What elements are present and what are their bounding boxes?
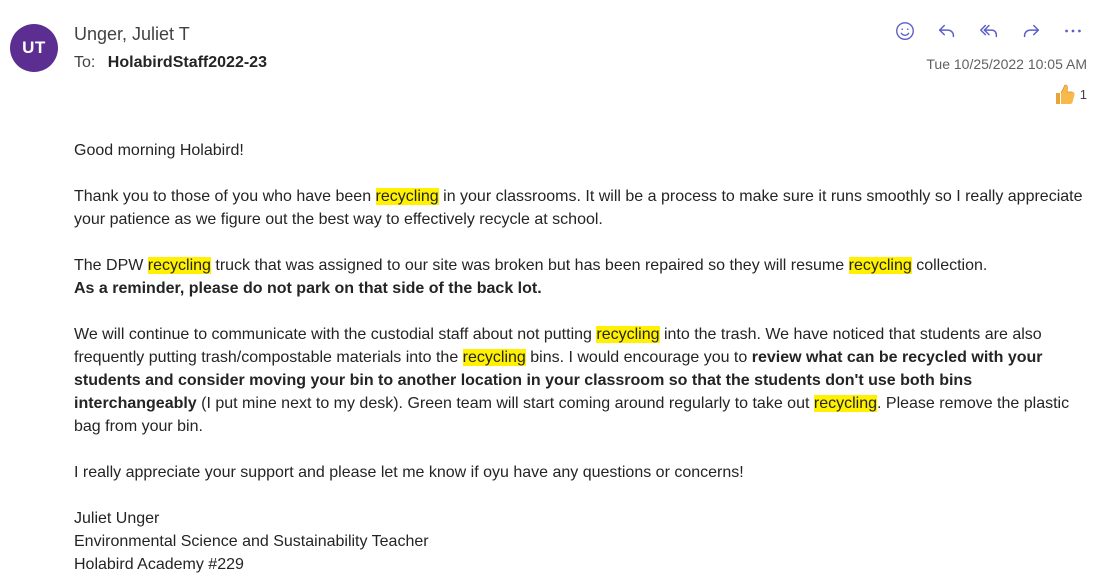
emoji-button[interactable] [888, 16, 922, 46]
paragraph-3: We will continue to communicate with the… [74, 323, 1084, 438]
message-body: Good morning Holabird! Thank you to thos… [74, 139, 1084, 576]
thumbs-up-icon [1055, 84, 1075, 104]
reply-button[interactable] [930, 16, 964, 46]
paragraph-4: I really appreciate your support and ple… [74, 464, 744, 481]
message-actions [888, 16, 1090, 46]
highlighted-term: recycling [375, 188, 439, 205]
highlighted-term: recycling [147, 257, 211, 274]
highlighted-term: recycling [596, 326, 660, 343]
sender-avatar[interactable]: UT [10, 24, 58, 72]
recipient-name[interactable]: HolabirdStaff2022-23 [108, 54, 267, 71]
forward-icon [1023, 24, 1040, 38]
paragraph-1: Thank you to those of you who have been … [74, 185, 1084, 231]
more-icon [1065, 29, 1081, 33]
more-button[interactable] [1056, 16, 1090, 46]
reply-all-icon [980, 24, 998, 38]
signature-school: Holabird Academy #229 [74, 556, 244, 573]
text-span: Thank you to those of you who have been [74, 188, 376, 205]
message-timestamp: Tue 10/25/2022 10:05 AM [926, 56, 1087, 72]
highlighted-term: recycling [813, 395, 877, 412]
text-span: truck that was assigned to our site was … [210, 257, 849, 274]
paragraph-2: The DPW recycling truck that was assigne… [74, 254, 1084, 300]
emoji-icon [896, 22, 914, 40]
signature-name: Juliet Unger [74, 510, 160, 527]
reaction-count: 1 [1079, 86, 1087, 102]
text-span: bins. I would encourage you to [525, 349, 752, 366]
greeting: Good morning Holabird! [74, 142, 244, 159]
sender-name[interactable]: Unger, Juliet T [74, 24, 190, 45]
text-span: collection. [911, 257, 988, 274]
to-line: To: HolabirdStaff2022-23 [74, 54, 267, 72]
to-label: To: [74, 54, 96, 71]
signature-title: Environmental Science and Sustainability… [74, 533, 429, 550]
reply-icon [938, 24, 955, 38]
reply-all-button[interactable] [972, 16, 1006, 46]
highlighted-term: recycling [848, 257, 912, 274]
highlighted-term: recycling [462, 349, 526, 366]
text-span: The DPW [74, 257, 148, 274]
text-span: We will continue to communicate with the… [74, 326, 597, 343]
reaction-badge[interactable]: 1 [1054, 82, 1087, 106]
bold-reminder: As a reminder, please do not park on tha… [74, 280, 542, 297]
forward-button[interactable] [1014, 16, 1048, 46]
text-span: (I put mine next to my desk). Green team… [196, 395, 814, 412]
